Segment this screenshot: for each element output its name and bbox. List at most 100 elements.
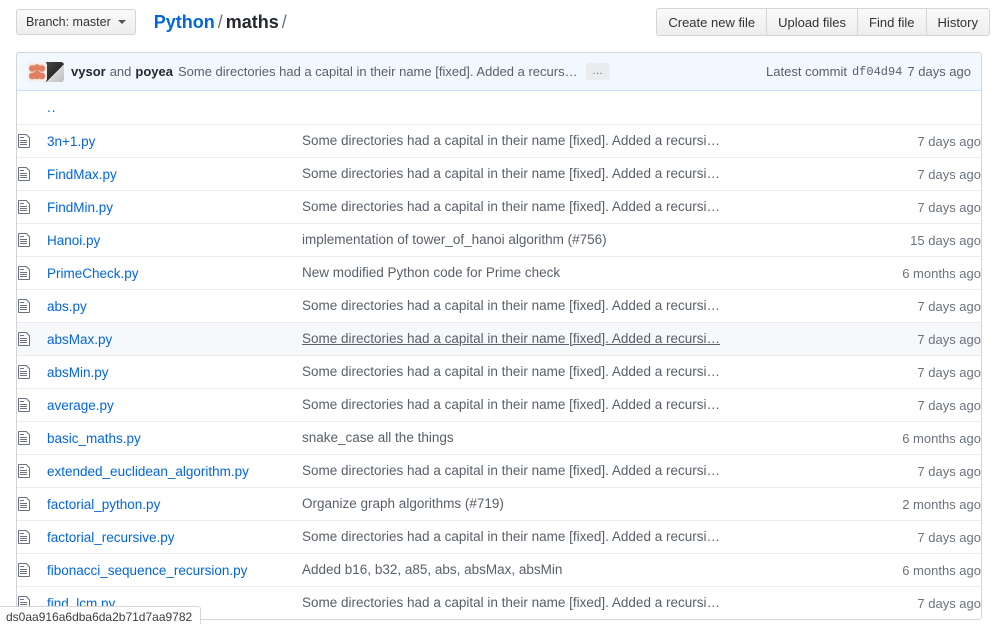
- file-name-link[interactable]: average.py: [47, 398, 114, 413]
- file-age-label: 7 days ago: [917, 299, 981, 314]
- file-name-link[interactable]: basic_maths.py: [47, 431, 141, 446]
- file-commit-message-link[interactable]: Some directories had a capital in their …: [302, 595, 861, 610]
- latest-commit-message[interactable]: Some directories had a capital in their …: [178, 64, 578, 79]
- file-age-cell: 7 days ago: [861, 124, 981, 157]
- file-name-link[interactable]: FindMax.py: [47, 167, 117, 182]
- file-icon: [17, 232, 31, 248]
- breadcrumb-repo-link[interactable]: Python: [154, 12, 215, 32]
- parent-directory-link[interactable]: ..: [47, 100, 57, 115]
- file-commit-message-link[interactable]: Some directories had a capital in their …: [302, 199, 861, 214]
- table-row[interactable]: absMax.py Some directories had a capital …: [17, 322, 981, 355]
- file-name-link[interactable]: absMin.py: [47, 365, 109, 380]
- latest-commit-age: 7 days ago: [907, 64, 971, 79]
- create-new-file-button[interactable]: Create new file: [656, 8, 767, 36]
- breadcrumb-separator-2: /: [279, 12, 290, 32]
- file-commit-message-link[interactable]: Some directories had a capital in their …: [302, 397, 861, 412]
- file-name-link[interactable]: absMax.py: [47, 332, 112, 347]
- file-commit-message-link[interactable]: implementation of tower_of_hanoi algorit…: [302, 232, 861, 247]
- parent-directory-message-cell: [302, 91, 861, 124]
- file-commit-message-link[interactable]: Some directories had a capital in their …: [302, 463, 861, 478]
- file-icon-cell: [17, 322, 47, 355]
- find-file-button[interactable]: Find file: [858, 8, 927, 36]
- file-commit-message-link[interactable]: Organize graph algorithms (#719): [302, 496, 861, 511]
- file-commit-message-link[interactable]: Some directories had a capital in their …: [302, 364, 861, 379]
- file-name-link[interactable]: fibonacci_sequence_recursion.py: [47, 563, 247, 578]
- commit-author-secondary[interactable]: poyea: [135, 64, 173, 79]
- avatar[interactable]: [27, 62, 47, 82]
- file-commit-message-link[interactable]: Some directories had a capital in their …: [302, 133, 861, 148]
- file-age-label: 6 months ago: [902, 431, 981, 446]
- file-name-link[interactable]: 3n+1.py: [47, 134, 95, 149]
- file-commit-message-cell: Organize graph algorithms (#719): [302, 487, 861, 520]
- file-name-cell: FindMin.py: [47, 190, 302, 223]
- file-name-cell: average.py: [47, 388, 302, 421]
- table-row[interactable]: factorial_python.py Organize graph algori…: [17, 487, 981, 520]
- file-table-body: .. 3n+1.py Some directories had a capital…: [17, 91, 981, 619]
- file-commit-message-link[interactable]: Some directories had a capital in their …: [302, 529, 861, 544]
- parent-directory-row[interactable]: ..: [17, 91, 981, 124]
- file-name-link[interactable]: factorial_python.py: [47, 497, 160, 512]
- github-file-browser: Branch: master Python/maths/ Create new …: [0, 0, 998, 624]
- table-row[interactable]: factorial_recursive.py Some directories h…: [17, 520, 981, 553]
- file-name-cell: absMax.py: [47, 322, 302, 355]
- table-row[interactable]: extended_euclidean_algorithm.py Some dire…: [17, 454, 981, 487]
- file-commit-message-link[interactable]: Some directories had a capital in their …: [302, 331, 861, 346]
- file-name-cell: FindMax.py: [47, 157, 302, 190]
- file-commit-message-link[interactable]: Some directories had a capital in their …: [302, 166, 861, 181]
- upload-files-button[interactable]: Upload files: [767, 8, 858, 36]
- file-name-link[interactable]: FindMin.py: [47, 200, 113, 215]
- file-commit-message-link[interactable]: snake_case all the things: [302, 430, 861, 445]
- file-commit-message-link[interactable]: New modified Python code for Prime check: [302, 265, 861, 280]
- file-name-cell: Hanoi.py: [47, 223, 302, 256]
- commit-sha-link[interactable]: df04d94: [852, 65, 902, 79]
- file-name-link[interactable]: factorial_recursive.py: [47, 530, 175, 545]
- file-name-link[interactable]: abs.py: [47, 299, 87, 314]
- table-row[interactable]: fibonacci_sequence_recursion.py Added b16…: [17, 553, 981, 586]
- breadcrumb-current-dir: maths: [226, 12, 279, 32]
- file-age-cell: 7 days ago: [861, 586, 981, 619]
- file-icon: [17, 166, 31, 182]
- latest-commit-label: Latest commit: [766, 64, 847, 79]
- file-commit-message-cell: snake_case all the things: [302, 421, 861, 454]
- file-age-cell: 7 days ago: [861, 355, 981, 388]
- file-name-link[interactable]: PrimeCheck.py: [47, 266, 139, 281]
- breadcrumb-separator-1: /: [215, 12, 226, 32]
- table-row[interactable]: basic_maths.py snake_case all the things 6…: [17, 421, 981, 454]
- file-list-container: vysor and poyea Some directories had a c…: [16, 52, 982, 620]
- file-icon: [17, 364, 31, 380]
- table-row[interactable]: 3n+1.py Some directories had a capital in…: [17, 124, 981, 157]
- file-icon-cell: [17, 388, 47, 421]
- commit-author-primary[interactable]: vysor: [71, 64, 106, 79]
- file-name-link[interactable]: Hanoi.py: [47, 233, 100, 248]
- file-name-link[interactable]: extended_euclidean_algorithm.py: [47, 464, 249, 479]
- file-age-cell: 6 months ago: [861, 256, 981, 289]
- table-row[interactable]: average.py Some directories had a capital…: [17, 388, 981, 421]
- table-row[interactable]: FindMax.py Some directories had a capital…: [17, 157, 981, 190]
- table-row[interactable]: abs.py Some directories had a capital in …: [17, 289, 981, 322]
- file-name-cell: absMin.py: [47, 355, 302, 388]
- table-row[interactable]: PrimeCheck.py New modified Python code fo…: [17, 256, 981, 289]
- table-row[interactable]: absMin.py Some directories had a capital …: [17, 355, 981, 388]
- file-commit-message-link[interactable]: Added b16, b32, a85, abs, absMax, absMin: [302, 562, 861, 577]
- file-name-cell: factorial_python.py: [47, 487, 302, 520]
- file-commit-message-link[interactable]: Some directories had a capital in their …: [302, 298, 861, 313]
- file-commit-message-cell: Some directories had a capital in their …: [302, 388, 861, 421]
- file-icon-cell: [17, 520, 47, 553]
- breadcrumb: Python/maths/: [154, 12, 290, 33]
- branch-selector-button[interactable]: Branch: master: [16, 9, 136, 35]
- file-name-cell: basic_maths.py: [47, 421, 302, 454]
- file-age-label: 7 days ago: [917, 365, 981, 380]
- file-icon: [17, 397, 31, 413]
- history-button[interactable]: History: [927, 8, 990, 36]
- file-age-cell: 7 days ago: [861, 190, 981, 223]
- file-icon: [17, 298, 31, 314]
- table-row[interactable]: FindMin.py Some directories had a capital…: [17, 190, 981, 223]
- table-row[interactable]: Hanoi.py implementation of tower_of_hanoi…: [17, 223, 981, 256]
- file-age-cell: 7 days ago: [861, 289, 981, 322]
- file-age-label: 6 months ago: [902, 563, 981, 578]
- expand-commit-message-button[interactable]: …: [586, 63, 610, 80]
- avatar[interactable]: [44, 62, 64, 82]
- file-name-cell: 3n+1.py: [47, 124, 302, 157]
- file-commit-message-cell: Some directories had a capital in their …: [302, 190, 861, 223]
- file-name-cell: PrimeCheck.py: [47, 256, 302, 289]
